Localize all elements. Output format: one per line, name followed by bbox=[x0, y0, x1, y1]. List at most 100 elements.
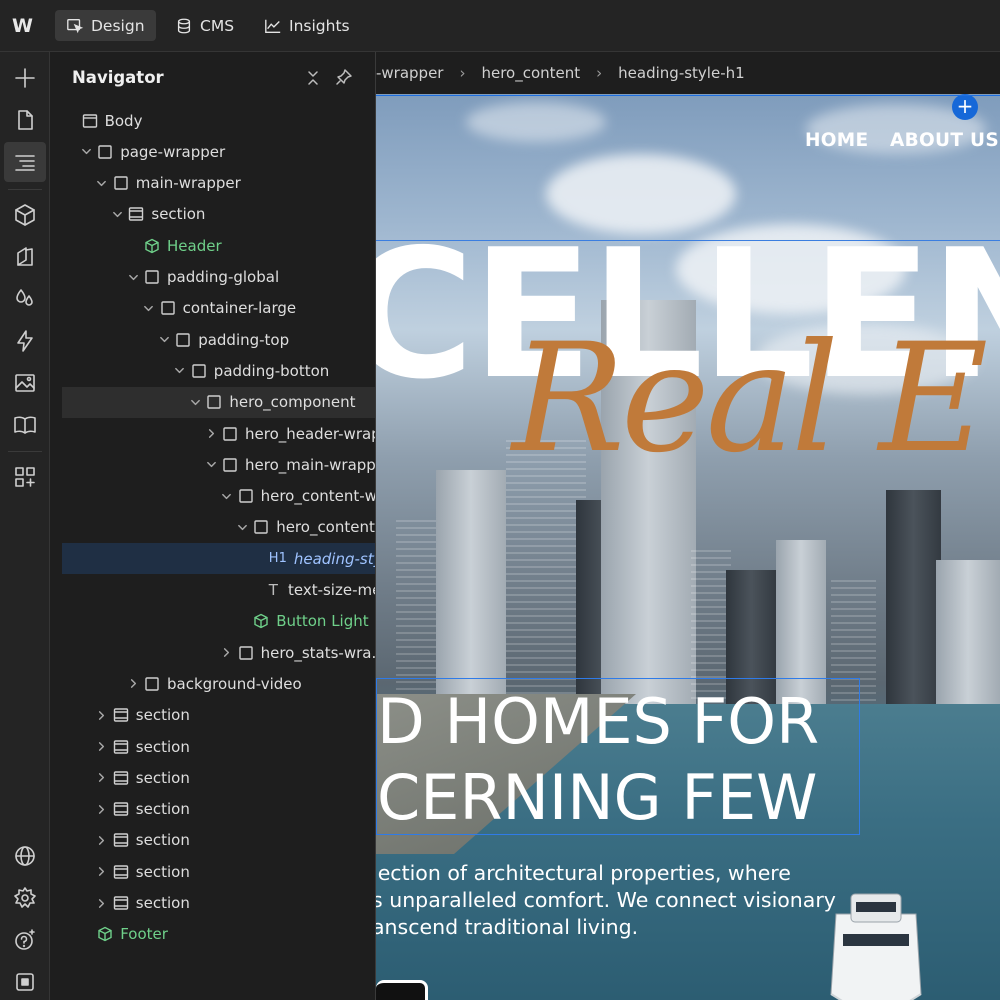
tree-item-section[interactable]: section bbox=[62, 856, 375, 887]
breadcrumb-item[interactable]: heading-style-h1 bbox=[618, 64, 745, 82]
chevron-right-icon[interactable] bbox=[204, 427, 218, 441]
section-icon bbox=[113, 895, 129, 911]
tree-item-heading-styl[interactable]: H1 heading-styl bbox=[62, 543, 375, 575]
help-button[interactable] bbox=[4, 920, 46, 960]
tree-item-background-video[interactable]: background-video bbox=[62, 668, 375, 699]
heading-selection-box[interactable]: D HOMES FOR CERNING FEW bbox=[376, 678, 860, 835]
tree-item-body[interactable]: Body bbox=[62, 105, 375, 136]
navigator-button[interactable] bbox=[4, 142, 46, 182]
webflow-logo[interactable]: W bbox=[12, 14, 40, 38]
tree-item-section[interactable]: section bbox=[62, 794, 375, 825]
tree-item-footer[interactable]: Footer bbox=[62, 919, 375, 950]
pages-button[interactable] bbox=[4, 100, 46, 140]
hero-script-heading[interactable]: Real E bbox=[512, 324, 988, 474]
add-element-badge[interactable]: + bbox=[952, 94, 978, 120]
chevron-down-icon[interactable] bbox=[126, 270, 140, 284]
site-nav-about[interactable]: ABOUT US bbox=[890, 130, 999, 151]
box-icon bbox=[113, 175, 129, 191]
tree-item-hero-component[interactable]: hero_component bbox=[62, 386, 375, 418]
stop-icon bbox=[16, 973, 34, 991]
library-button[interactable] bbox=[4, 405, 46, 445]
tree-item-section[interactable]: section bbox=[62, 762, 375, 793]
hero-paragraph[interactable]: lection of architectural properties, whe… bbox=[376, 860, 836, 941]
chevron-right-icon[interactable] bbox=[95, 708, 109, 722]
chevron-right-icon[interactable] bbox=[95, 865, 109, 879]
box-icon bbox=[222, 426, 238, 442]
chevron-down-icon[interactable] bbox=[220, 489, 234, 503]
interactions-button[interactable] bbox=[4, 321, 46, 361]
section-icon bbox=[113, 864, 129, 880]
box-icon bbox=[97, 144, 113, 160]
tree-item-padding-botton[interactable]: padding-botton bbox=[62, 355, 375, 386]
stop-preview-button[interactable] bbox=[4, 962, 46, 1000]
tree-item-padding-top[interactable]: padding-top bbox=[62, 324, 375, 355]
breadcrumb-item[interactable]: -wrapper bbox=[376, 64, 443, 82]
tree-item-label: section bbox=[135, 768, 190, 787]
tree-item-label: Footer bbox=[120, 925, 168, 944]
chevron-right-icon[interactable] bbox=[95, 896, 109, 910]
publish-globe-button[interactable] bbox=[4, 836, 46, 876]
tree-item-hero-header-wrapp[interactable]: hero_header-wrapp bbox=[62, 418, 375, 449]
components-button[interactable] bbox=[4, 195, 46, 235]
collapse-all-button[interactable] bbox=[303, 68, 323, 88]
tree-item-section[interactable]: section bbox=[62, 700, 375, 731]
chevron-right-icon[interactable] bbox=[126, 677, 140, 691]
tree-item-header[interactable]: Header bbox=[62, 230, 375, 261]
apps-button[interactable] bbox=[4, 457, 46, 497]
components-icon bbox=[15, 204, 35, 226]
chevron-down-icon[interactable] bbox=[110, 207, 124, 221]
variables-button[interactable] bbox=[4, 279, 46, 319]
tree-item-hero-content[interactable]: hero_content bbox=[62, 512, 375, 543]
chevron-right-icon[interactable] bbox=[220, 646, 234, 660]
assets-button[interactable] bbox=[4, 363, 46, 403]
tree-item-hero-stats-wra[interactable]: hero_stats-wra... bbox=[62, 637, 375, 668]
site-nav-home[interactable]: HOME bbox=[805, 130, 868, 151]
tree-item-section[interactable]: section bbox=[62, 731, 375, 762]
section-icon bbox=[113, 707, 129, 723]
tree-item-label: Header bbox=[167, 236, 222, 255]
tree-item-section[interactable]: section bbox=[62, 888, 375, 919]
chevron-down-icon[interactable] bbox=[157, 333, 171, 347]
tree-item-container-large[interactable]: container-large bbox=[62, 293, 375, 324]
tree-item-main-wrapper[interactable]: main-wrapper bbox=[62, 168, 375, 199]
chevron-down-icon[interactable] bbox=[235, 520, 249, 534]
button-light[interactable] bbox=[376, 980, 428, 1000]
design-canvas[interactable]: -wrapper › hero_content › heading-style-… bbox=[376, 52, 1000, 1000]
interactions-icon bbox=[17, 330, 33, 352]
database-icon bbox=[177, 18, 191, 33]
settings-icon bbox=[14, 887, 36, 908]
sub-heading-line-1: D HOMES FOR bbox=[377, 685, 820, 758]
pin-panel-button[interactable] bbox=[334, 67, 354, 87]
tab-design[interactable]: Design bbox=[55, 10, 156, 41]
tab-insights[interactable]: Insights bbox=[253, 10, 361, 41]
tree-item-text-size-me[interactable]: Ttext-size-me bbox=[62, 575, 375, 606]
tree-item-hero-main-wrapper[interactable]: hero_main-wrapper bbox=[62, 449, 376, 480]
chevron-right-icon[interactable] bbox=[95, 833, 109, 847]
chevron-down-icon[interactable] bbox=[188, 395, 202, 409]
tab-cms[interactable]: CMS bbox=[164, 10, 245, 41]
add-elements-button[interactable] bbox=[4, 58, 46, 98]
tree-item-label: hero_main-wrapper bbox=[245, 455, 376, 474]
settings-button[interactable] bbox=[4, 878, 46, 918]
tree-item-page-wrapper[interactable]: page-wrapper bbox=[62, 136, 375, 167]
page-preview[interactable]: HOME ABOUT US + CELLEN Real E D HOMES FO… bbox=[376, 94, 1000, 1000]
box-icon bbox=[160, 300, 176, 316]
chevron-down-icon[interactable] bbox=[204, 458, 218, 472]
tree-item-section[interactable]: section bbox=[62, 199, 375, 230]
chevron-down-icon[interactable] bbox=[173, 364, 187, 378]
tree-item-label: section bbox=[135, 862, 190, 881]
chevron-right-icon[interactable] bbox=[95, 771, 109, 785]
tree-item-padding-global[interactable]: padding-global bbox=[62, 262, 375, 293]
chevron-down-icon[interactable] bbox=[142, 301, 156, 315]
tab-insights-label: Insights bbox=[289, 16, 350, 35]
tree-item-section[interactable]: section bbox=[62, 825, 375, 856]
box-icon bbox=[191, 363, 207, 379]
chevron-right-icon[interactable] bbox=[95, 740, 109, 754]
chevron-down-icon[interactable] bbox=[95, 176, 109, 190]
styles-button[interactable] bbox=[4, 237, 46, 277]
tree-item-button-light[interactable]: Button Light bbox=[62, 606, 375, 637]
chevron-down-icon[interactable] bbox=[79, 145, 93, 159]
tree-item-hero-content-w[interactable]: hero_content-w... bbox=[62, 481, 375, 512]
breadcrumb-item[interactable]: hero_content bbox=[481, 64, 580, 82]
chevron-right-icon[interactable] bbox=[95, 802, 109, 816]
